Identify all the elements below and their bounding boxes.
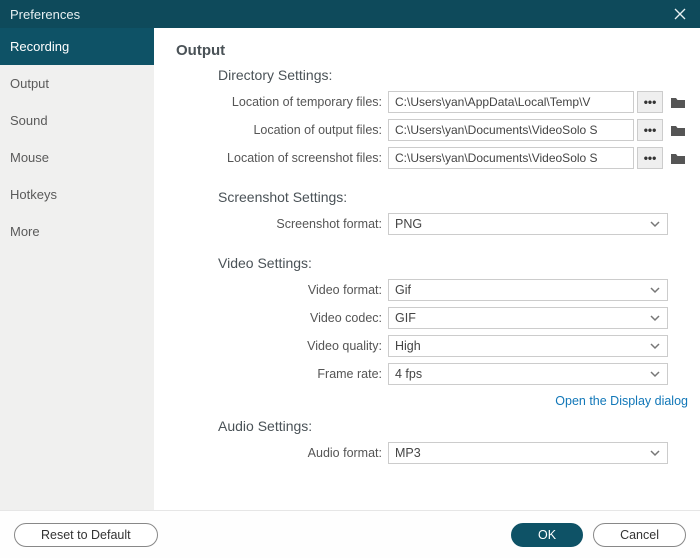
- reset-to-default-button[interactable]: Reset to Default: [14, 523, 158, 547]
- select-video-codec[interactable]: GIF: [388, 307, 668, 329]
- display-dialog-row: Open the Display dialog: [176, 393, 690, 408]
- row-video-quality: Video quality: High: [176, 333, 690, 359]
- section-audio-title: Audio Settings:: [218, 418, 690, 434]
- label-video-format: Video format:: [176, 283, 388, 297]
- select-value: High: [395, 339, 421, 353]
- row-temp-path: Location of temporary files: C:\Users\ya…: [176, 89, 690, 115]
- row-frame-rate: Frame rate: 4 fps: [176, 361, 690, 387]
- main-panel: Output Directory Settings: Location of t…: [154, 28, 700, 510]
- label-video-quality: Video quality:: [176, 339, 388, 353]
- select-value: GIF: [395, 311, 416, 325]
- select-value: MP3: [395, 446, 421, 460]
- select-screenshot-format[interactable]: PNG: [388, 213, 668, 235]
- chevron-down-icon: [649, 283, 661, 297]
- chevron-down-icon: [649, 367, 661, 381]
- label-screenshot-format: Screenshot format:: [176, 217, 388, 231]
- row-screenshot-path: Location of screenshot files: C:\Users\y…: [176, 145, 690, 171]
- input-output-path[interactable]: C:\Users\yan\Documents\VideoSolo S: [388, 119, 634, 141]
- preferences-window: Preferences Recording Output Sound Mouse…: [0, 0, 700, 558]
- label-audio-format: Audio format:: [176, 446, 388, 460]
- section-video-title: Video Settings:: [218, 255, 690, 271]
- sidebar: Recording Output Sound Mouse Hotkeys Mor…: [0, 28, 154, 510]
- sidebar-item-hotkeys[interactable]: Hotkeys: [0, 176, 154, 213]
- select-value: Gif: [395, 283, 411, 297]
- open-screenshot-folder-icon[interactable]: [666, 147, 690, 169]
- footer: Reset to Default OK Cancel: [0, 510, 700, 558]
- open-temp-folder-icon[interactable]: [666, 91, 690, 113]
- label-video-codec: Video codec:: [176, 311, 388, 325]
- titlebar: Preferences: [0, 0, 700, 28]
- sidebar-item-more[interactable]: More: [0, 213, 154, 250]
- select-value: PNG: [395, 217, 422, 231]
- input-screenshot-path[interactable]: C:\Users\yan\Documents\VideoSolo S: [388, 147, 634, 169]
- browse-temp-button[interactable]: •••: [637, 91, 663, 113]
- cancel-button[interactable]: Cancel: [593, 523, 686, 547]
- select-video-format[interactable]: Gif: [388, 279, 668, 301]
- section-directory-title: Directory Settings:: [218, 67, 690, 83]
- chevron-down-icon: [649, 446, 661, 460]
- sidebar-item-output[interactable]: Output: [0, 65, 154, 102]
- row-output-path: Location of output files: C:\Users\yan\D…: [176, 117, 690, 143]
- select-value: 4 fps: [395, 367, 422, 381]
- row-audio-format: Audio format: MP3: [176, 440, 690, 466]
- chevron-down-icon: [649, 217, 661, 231]
- page-title: Output: [176, 42, 690, 59]
- select-audio-format[interactable]: MP3: [388, 442, 668, 464]
- open-display-dialog-link[interactable]: Open the Display dialog: [555, 394, 688, 408]
- sidebar-item-label: Recording: [10, 39, 69, 54]
- label-output-path: Location of output files:: [176, 123, 388, 137]
- ok-button[interactable]: OK: [511, 523, 583, 547]
- chevron-down-icon: [649, 311, 661, 325]
- input-temp-path[interactable]: C:\Users\yan\AppData\Local\Temp\V: [388, 91, 634, 113]
- label-frame-rate: Frame rate:: [176, 367, 388, 381]
- row-video-codec: Video codec: GIF: [176, 305, 690, 331]
- sidebar-item-label: Mouse: [10, 150, 49, 165]
- browse-output-button[interactable]: •••: [637, 119, 663, 141]
- row-video-format: Video format: Gif: [176, 277, 690, 303]
- select-video-quality[interactable]: High: [388, 335, 668, 357]
- select-frame-rate[interactable]: 4 fps: [388, 363, 668, 385]
- window-title: Preferences: [10, 7, 80, 22]
- row-screenshot-format: Screenshot format: PNG: [176, 211, 690, 237]
- label-temp-path: Location of temporary files:: [176, 95, 388, 109]
- browse-screenshot-button[interactable]: •••: [637, 147, 663, 169]
- label-screenshot-path: Location of screenshot files:: [176, 151, 388, 165]
- sidebar-item-label: Output: [10, 76, 49, 91]
- open-output-folder-icon[interactable]: [666, 119, 690, 141]
- sidebar-item-mouse[interactable]: Mouse: [0, 139, 154, 176]
- body: Recording Output Sound Mouse Hotkeys Mor…: [0, 28, 700, 510]
- sidebar-item-label: More: [10, 224, 40, 239]
- sidebar-item-recording[interactable]: Recording: [0, 28, 154, 65]
- sidebar-item-label: Sound: [10, 113, 48, 128]
- sidebar-item-label: Hotkeys: [10, 187, 57, 202]
- close-icon[interactable]: [670, 4, 690, 24]
- chevron-down-icon: [649, 339, 661, 353]
- section-screenshot-title: Screenshot Settings:: [218, 189, 690, 205]
- sidebar-item-sound[interactable]: Sound: [0, 102, 154, 139]
